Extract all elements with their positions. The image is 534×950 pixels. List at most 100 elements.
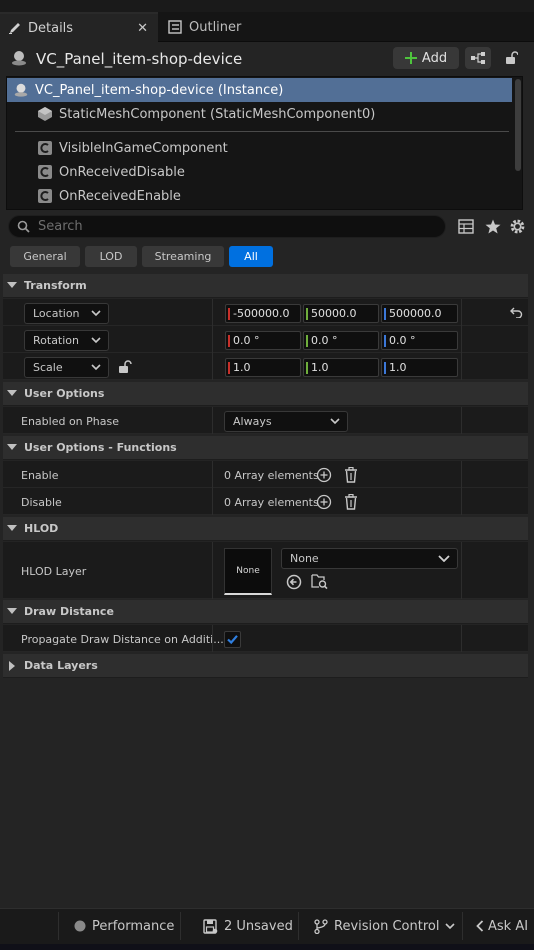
propagate-draw-distance-checkbox[interactable] [224,631,241,648]
add-element-icon[interactable] [316,467,332,483]
tab-outliner[interactable]: Outliner [160,12,280,42]
component-row-root[interactable]: VC_Panel_item-shop-device (Instance) [7,78,512,102]
enable-array-count: 0 Array elements [224,469,319,482]
component-row[interactable]: OnReceivedEnable [7,184,512,208]
hlod-layer-dropdown[interactable]: None [281,548,458,569]
chevron-down-icon [91,336,101,344]
search-input[interactable] [38,219,418,234]
tab-details[interactable]: Details ✕ [0,12,158,42]
browse-asset-icon[interactable] [311,573,328,590]
tree-scrollbar[interactable] [515,79,521,171]
enabled-on-phase-value: Always [233,415,272,428]
lock-button[interactable] [498,47,524,69]
divider [461,353,462,380]
performance-button[interactable]: Performance [74,908,174,944]
unsaved-button[interactable]: 2 Unsaved [203,908,293,944]
rotation-x-field[interactable]: 0.0 ° [225,331,301,350]
enabled-on-phase-dropdown[interactable]: Always [224,411,348,432]
gear-icon[interactable] [509,218,526,235]
section-draw-distance-header[interactable]: Draw Distance [3,600,528,624]
rotation-z-field[interactable]: 0.0 ° [381,331,458,350]
unlock-icon [504,51,518,65]
location-x-field[interactable]: -500000.0 [225,304,301,323]
location-dropdown[interactable]: Location [24,303,109,324]
chevron-down-icon [330,417,340,425]
disable-label: Disable [21,496,62,509]
component-label: VisibleInGameComponent [59,140,228,156]
rotation-label: Rotation [33,334,80,347]
search-box[interactable] [8,215,446,238]
divider [15,131,509,132]
component-row[interactable]: VisibleInGameComponent [7,136,512,160]
component-row[interactable]: OnReceivedDisable [7,160,512,184]
location-label: Location [33,307,80,320]
section-title: User Options [24,387,105,400]
divider [212,488,213,515]
location-y-field[interactable]: 50000.0 [303,304,379,323]
actor-name: VC_Panel_item-shop-device [36,50,243,68]
chevron-right-icon [3,660,21,671]
plus-icon [404,52,417,64]
use-selected-asset-icon[interactable] [286,574,302,590]
hlod-thumbnail[interactable]: None [224,548,272,595]
divider [461,461,462,488]
location-y-value: 50000.0 [311,307,357,320]
section-transform-header[interactable]: Transform [3,274,528,298]
static-mesh-icon [37,106,53,122]
component-icon [37,164,53,180]
divider [461,625,462,652]
hierarchy-icon [470,51,486,65]
component-tree: VC_Panel_item-shop-device (Instance) Sta… [6,76,523,210]
filter-general-button[interactable]: General [10,246,80,267]
divider [462,912,463,940]
component-icon [37,140,53,156]
section-title: Data Layers [24,659,98,672]
rotation-y-value: 0.0 ° [311,334,338,347]
scale-z-field[interactable]: 1.0 [381,358,458,377]
reset-to-default-icon[interactable] [510,307,523,318]
add-element-icon[interactable] [316,494,332,510]
ask-ai-label: Ask AI [488,918,529,934]
scale-dropdown[interactable]: Scale [24,357,109,378]
tab-outliner-label: Outliner [189,19,242,35]
section-user-options-functions-header[interactable]: User Options - Functions [3,436,528,460]
section-title: Draw Distance [24,605,114,618]
unlock-icon[interactable] [118,360,132,374]
revision-control-label: Revision Control [334,918,440,934]
revision-control-button[interactable]: Revision Control [314,908,456,944]
filter-streaming-button[interactable]: Streaming [142,246,224,267]
chevron-down-icon [3,282,21,289]
rotation-z-value: 0.0 ° [389,334,416,347]
section-data-layers-header[interactable]: Data Layers [3,654,528,678]
component-row[interactable]: StaticMeshComponent (StaticMeshComponent… [7,102,512,126]
divider [212,542,213,599]
add-label: Add [421,50,448,66]
rotation-y-field[interactable]: 0.0 ° [303,331,379,350]
hierarchy-button[interactable] [465,47,491,69]
outliner-icon [168,20,182,34]
section-hlod-header[interactable]: HLOD [3,517,528,541]
location-z-field[interactable]: 500000.0 [381,304,458,323]
close-icon[interactable]: ✕ [137,21,148,36]
add-component-button[interactable]: Add [393,47,459,69]
trash-icon[interactable] [344,494,358,510]
ask-ai-button[interactable]: Ask AI [476,908,528,944]
chevron-left-icon [476,920,484,932]
section-title: HLOD [24,522,59,535]
filter-lod-button[interactable]: LOD [85,246,137,267]
divider [461,488,462,515]
rotation-dropdown[interactable]: Rotation [24,330,109,351]
actor-icon [13,82,29,98]
scale-y-field[interactable]: 1.0 [303,358,379,377]
scale-x-field[interactable]: 1.0 [225,358,301,377]
table-view-icon[interactable] [458,219,474,234]
divider [298,912,299,940]
component-label: OnReceivedDisable [59,164,185,180]
component-label: StaticMeshComponent (StaticMeshComponent… [59,106,376,122]
filter-all-button[interactable]: All [229,246,273,267]
star-icon[interactable] [485,219,501,234]
trash-icon[interactable] [344,467,358,483]
chevron-down-icon [3,390,21,397]
section-user-options-header[interactable]: User Options [3,382,528,406]
chevron-down-icon [3,525,21,532]
